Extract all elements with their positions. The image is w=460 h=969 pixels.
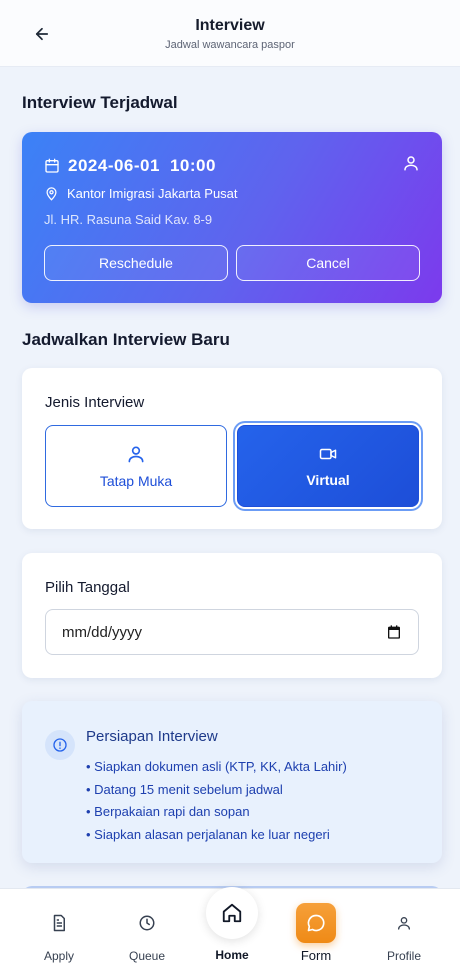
location-name: Kantor Imigrasi Jakarta Pusat [67, 186, 238, 201]
video-icon [319, 448, 337, 459]
info-badge [45, 730, 75, 760]
schedule-date: 2024-06-01 [68, 156, 160, 175]
user-icon [398, 917, 410, 930]
map-pin-icon [46, 187, 57, 201]
calendar-icon [45, 158, 59, 173]
schedule-datetime: 2024-06-01 10:00 [44, 156, 216, 176]
new-schedule-section-title: Jadwalkan Interview Baru [22, 330, 230, 349]
nav-form[interactable] [296, 903, 336, 943]
chat-icon [307, 914, 325, 932]
preparation-list: • Siapkan dokumen asli (KTP, KK, Akta La… [86, 756, 347, 846]
app-header: Interview Jadwal wawancara paspor [0, 0, 460, 67]
list-item: • Siapkan dokumen asli (KTP, KK, Akta La… [86, 759, 347, 774]
page-subtitle: Jadwal wawancara paspor [165, 39, 295, 51]
info-icon [53, 738, 67, 752]
user-icon [128, 446, 144, 462]
option-tatap-muka[interactable]: Tatap Muka [45, 425, 227, 507]
clock-icon [139, 915, 155, 931]
nav-queue-label: Queue [128, 949, 166, 963]
nav-apply[interactable]: Apply [19, 889, 99, 969]
nav-form-label: Form [300, 948, 332, 963]
list-item: • Siapkan alasan perjalanan ke luar nege… [86, 826, 330, 842]
list-item: • Datang 15 menit sebelum jadwal [86, 781, 283, 797]
nav-home-label: Home [215, 948, 249, 962]
date-label: Pilih Tanggal [45, 579, 130, 596]
cancel-button[interactable]: Cancel [236, 245, 420, 281]
option-tatap-muka-label: Tatap Muka [99, 472, 173, 489]
schedule-time: 10:00 [169, 156, 216, 175]
date-picker-card: Pilih Tanggal mm/dd/yyyy [22, 553, 442, 678]
nav-apply-label: Apply [43, 949, 75, 963]
document-icon [53, 914, 65, 932]
nav-home[interactable] [206, 887, 258, 939]
preparation-title: Persiapan Interview [86, 728, 218, 745]
user-icon [404, 156, 418, 171]
interview-type-label: Jenis Interview [45, 394, 145, 411]
scheduled-section-title: Interview Terjadwal [22, 93, 178, 112]
schedule-location: Kantor Imigrasi Jakarta Pusat [44, 186, 238, 201]
nav-queue[interactable]: Queue [107, 889, 187, 969]
nav-profile[interactable]: Profile [364, 889, 444, 969]
interview-type-card: Jenis Interview Tatap Muka Virtual [22, 368, 442, 529]
interview-type-indicator [402, 154, 420, 177]
nav-profile-label: Profile [386, 949, 421, 963]
location-address: Jl. HR. Rasuna Said Kav. 8-9 [44, 212, 213, 227]
option-virtual-label: Virtual [306, 471, 350, 488]
calendar-icon[interactable] [386, 624, 402, 640]
option-virtual[interactable]: Virtual [237, 425, 419, 507]
list-item: • Berpakaian rapi dan sopan [86, 804, 250, 819]
reschedule-button[interactable]: Reschedule [44, 245, 228, 281]
home-icon [222, 903, 242, 923]
preparation-card: Persiapan Interview • Siapkan dokumen as… [22, 701, 442, 863]
scheduled-interview-card: 2024-06-01 10:00 Kantor Imigrasi Jakarta … [22, 132, 442, 303]
date-placeholder: mm/dd/yyyy [62, 623, 143, 641]
page-title: Interview [195, 17, 265, 34]
date-input[interactable]: mm/dd/yyyy [45, 609, 419, 655]
